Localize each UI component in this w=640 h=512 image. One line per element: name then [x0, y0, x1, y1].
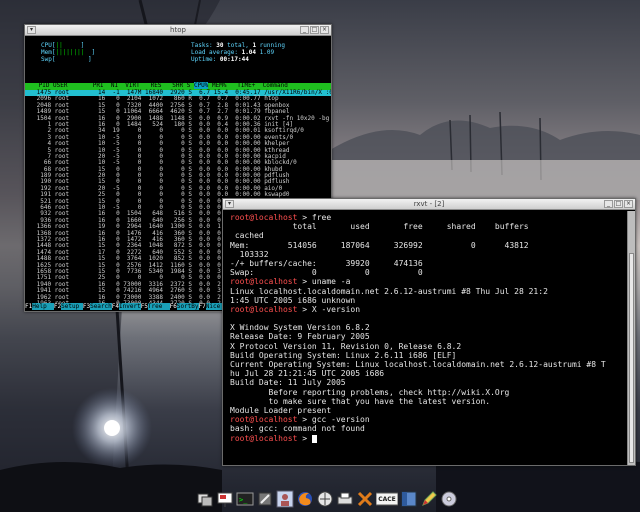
window-title: htop [170, 26, 186, 34]
terminal-line: to make sure that you have the latest ve… [230, 397, 627, 406]
maximize-icon[interactable]: □ [614, 200, 623, 208]
terminal-line: root@localhost > X -version [230, 305, 627, 314]
terminal-line: root@localhost > [230, 434, 627, 443]
terminal-text: Module Loader present [230, 405, 332, 415]
user-profile-icon[interactable] [276, 488, 294, 510]
presentation-icon[interactable] [216, 488, 234, 510]
close-icon[interactable]: × [320, 26, 329, 34]
terminal-line: Release Date: 9 February 2005 [230, 332, 627, 341]
fkey-label[interactable]: Setup [61, 303, 83, 310]
fkey-number[interactable]: F4 [112, 303, 119, 310]
shell-prompt: root@localhost [230, 304, 298, 314]
terminal-text: > uname -a [297, 277, 351, 287]
fkey-label[interactable]: Invert [119, 303, 141, 310]
fkey-number[interactable]: F3 [83, 303, 90, 310]
fkey-label[interactable]: Help [32, 303, 54, 310]
rxvt-titlebar[interactable]: ▾ rxvt - [2] _ □ × [223, 199, 635, 210]
terminal-line: 1:45 UTC 2005 i686 unknown [230, 296, 627, 305]
taskbar-dock: >_ CACE [196, 486, 457, 512]
terminal-line: bash: gcc: command not found [230, 424, 627, 433]
terminal-line: hu Jul 28 21:21:45 UTC 2005 i686 [230, 369, 627, 378]
terminal-scrollbar[interactable] [627, 211, 635, 465]
web-browser-icon[interactable] [316, 488, 334, 510]
terminal-text: bash: gcc: command not found [230, 424, 365, 434]
fkey-number[interactable]: F6 [170, 303, 177, 310]
rxvt-terminal-window[interactable]: ▾ rxvt - [2] _ □ × root@localhost > free… [222, 198, 636, 466]
minimize-icon[interactable]: _ [300, 26, 309, 34]
terminal-line: root@localhost > free [230, 213, 627, 222]
terminal-line: Build Operating System: Linux 2.6.11 i68… [230, 351, 627, 360]
terminal-text: Release Date: 9 February 2005 [230, 332, 370, 342]
terminal-line: -/+ buffers/cache: 39920 474136 [230, 259, 627, 268]
terminal-line: root@localhost > uname -a [230, 277, 627, 286]
terminal-text: Linux localhost.localdomain.net 2.6.12-a… [230, 286, 548, 296]
terminal-text: Before reporting problems, check http://… [230, 387, 510, 397]
dock-item-label: CACE [378, 495, 396, 503]
terminal-text: > X -version [297, 304, 361, 314]
terminal-line: Before reporting problems, check http://… [230, 388, 627, 397]
fkey-number[interactable]: F7 [199, 303, 206, 310]
terminal-text: hu Jul 28 21:21:45 UTC 2005 i686 [230, 369, 385, 379]
minimize-icon[interactable]: _ [604, 200, 613, 208]
terminal-text: Swap: 0 0 0 [230, 268, 423, 278]
terminal-line: Module Loader present [230, 406, 627, 415]
terminal-output[interactable]: root@localhost > free total used free sh… [223, 211, 627, 465]
terminal-line: 103332 [230, 250, 627, 259]
terminal-text: > gcc -version [297, 415, 370, 425]
terminal-icon[interactable]: >_ [236, 488, 254, 510]
terminal-text: X Window System Version 6.8.2 [230, 323, 370, 333]
terminal-line: cached [230, 231, 627, 240]
close-icon[interactable]: × [624, 200, 633, 208]
printer-icon[interactable] [336, 488, 354, 510]
swap-meter: Swp[ ] [41, 56, 92, 63]
sort-column-cpu: CPU% [193, 82, 209, 89]
terminal-text: > [297, 433, 312, 443]
window-title: rxvt - [2] [413, 200, 445, 208]
terminal-line: Mem: 514056 187064 326992 0 43812 [230, 241, 627, 250]
shell-prompt: root@localhost [230, 277, 298, 287]
uptime-stat: Uptime: 00:17:44 [191, 56, 249, 63]
shell-prompt: root@localhost [230, 213, 298, 222]
terminal-text: Mem: 514056 187064 326992 0 43812 [230, 240, 529, 250]
terminal-text: 103332 [230, 249, 269, 259]
terminal-line: X Protocol Version 11, Revision 0, Relea… [230, 342, 627, 351]
terminal-text: total used free shared buffers [230, 222, 529, 232]
svg-text:>_: >_ [239, 496, 248, 504]
shell-prompt: root@localhost [230, 415, 298, 425]
terminal-line: Build Date: 11 July 2005 [230, 378, 627, 387]
firefox-icon[interactable] [296, 488, 314, 510]
terminal-text: -/+ buffers/cache: 39920 474136 [230, 258, 423, 268]
terminal-line: Swap: 0 0 0 [230, 268, 627, 277]
terminal-text: 1:45 UTC 2005 i686 unknown [230, 295, 356, 305]
terminal-text: to make sure that you have the latest ve… [230, 396, 491, 406]
fkey-label[interactable]: Search [90, 303, 112, 310]
terminal-text: Current Operating System: Linux localhos… [230, 360, 606, 369]
terminal-line: Current Operating System: Linux localhos… [230, 360, 627, 369]
window-switcher-icon[interactable] [196, 488, 214, 510]
fkey-label[interactable]: Tree [147, 303, 170, 310]
cache-icon[interactable]: CACE [376, 488, 398, 510]
maximize-icon[interactable]: □ [310, 26, 319, 34]
terminal-line: root@localhost > gcc -version [230, 415, 627, 424]
terminal-text: cached [230, 231, 264, 241]
text-cursor [311, 434, 317, 443]
htop-titlebar[interactable]: ▾ htop _ □ × [25, 25, 331, 36]
shell-prompt: root@localhost [230, 433, 298, 443]
sidebar-icon[interactable] [400, 488, 418, 510]
terminal-line: total used free shared buffers [230, 222, 627, 231]
terminal-text: Build Date: 11 July 2005 [230, 378, 346, 388]
terminal-text: Build Operating System: Linux 2.6.11 i68… [230, 350, 457, 360]
x-icon[interactable] [356, 488, 374, 510]
terminal-line: Linux localhost.localdomain.net 2.6.12-a… [230, 287, 627, 296]
terminal-text: X Protocol Version 11, Revision 0, Relea… [230, 341, 462, 351]
fkey-number[interactable]: F5 [141, 303, 148, 310]
terminal-text: > free [297, 213, 332, 222]
fkey-label[interactable]: SortBy [176, 303, 199, 310]
pencil-icon[interactable] [420, 488, 438, 510]
terminal-line: X Window System Version 6.8.2 [230, 323, 627, 332]
cd-icon[interactable] [440, 488, 458, 510]
scrollbar-thumb[interactable] [629, 253, 634, 463]
tools-icon[interactable] [256, 488, 274, 510]
